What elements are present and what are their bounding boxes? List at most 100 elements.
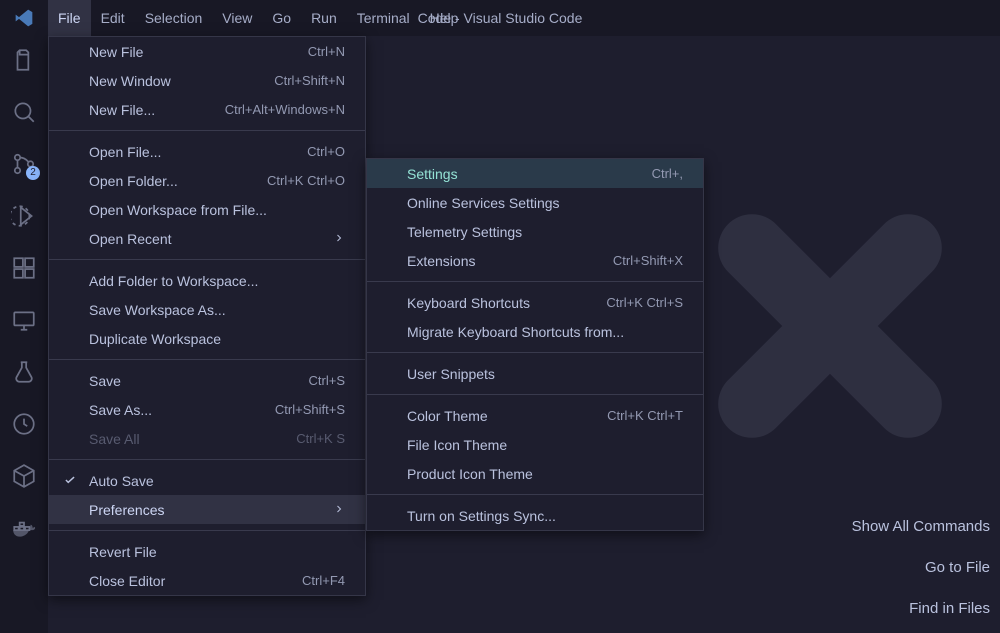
menu-item-add-folder-to-workspace[interactable]: Add Folder to Workspace... xyxy=(49,266,365,295)
menu-item-label: Close Editor xyxy=(89,573,165,589)
window-title: Code - Visual Studio Code xyxy=(418,0,583,36)
cube-icon[interactable] xyxy=(10,462,38,490)
menu-item-shortcut: Ctrl+K Ctrl+S xyxy=(606,295,683,310)
menu-item-file-icon-theme[interactable]: File Icon Theme xyxy=(367,430,703,459)
menu-item-save[interactable]: SaveCtrl+S xyxy=(49,366,365,395)
menu-item-preferences[interactable]: Preferences xyxy=(49,495,365,524)
menu-item-label: Keyboard Shortcuts xyxy=(407,295,530,311)
menu-item-open-folder[interactable]: Open Folder...Ctrl+K Ctrl+O xyxy=(49,166,365,195)
menu-separator xyxy=(367,494,703,495)
menu-item-label: Settings xyxy=(407,166,458,182)
menu-go[interactable]: Go xyxy=(262,0,301,36)
menu-separator xyxy=(49,259,365,260)
menu-item-label: New File... xyxy=(89,102,155,118)
menu-item-open-file[interactable]: Open File... Ctrl+O xyxy=(49,137,365,166)
menu-item-revert-file[interactable]: Revert File xyxy=(49,537,365,566)
search-icon[interactable] xyxy=(10,98,38,126)
menu-separator xyxy=(49,359,365,360)
menu-item-label: Save Workspace As... xyxy=(89,302,226,318)
menu-item-new-file[interactable]: New FileCtrl+N xyxy=(49,37,365,66)
menu-item-label: Color Theme xyxy=(407,408,488,424)
menu-item-label: Open File... xyxy=(89,144,161,160)
remote-icon[interactable] xyxy=(10,306,38,334)
menu-item-label: Extensions xyxy=(407,253,475,269)
welcome-go-to-file: Go to File xyxy=(852,547,990,588)
menu-item-label: Migrate Keyboard Shortcuts from... xyxy=(407,324,624,340)
menu-separator xyxy=(49,459,365,460)
vscode-watermark-icon xyxy=(700,196,960,459)
menu-item-shortcut: Ctrl+Shift+S xyxy=(275,402,345,417)
menu-terminal[interactable]: Terminal xyxy=(347,0,420,36)
chevron-right-icon xyxy=(333,231,345,247)
menu-item-label: Telemetry Settings xyxy=(407,224,522,240)
welcome-show-commands: Show All Commands xyxy=(852,506,990,547)
testing-icon[interactable] xyxy=(10,358,38,386)
menu-item-label: Turn on Settings Sync... xyxy=(407,508,556,524)
menu-edit[interactable]: Edit xyxy=(91,0,135,36)
menu-item-keyboard-shortcuts[interactable]: Keyboard Shortcuts Ctrl+K Ctrl+S xyxy=(367,288,703,317)
menu-item-label: Save xyxy=(89,373,121,389)
menu-run[interactable]: Run xyxy=(301,0,347,36)
menu-item-shortcut: Ctrl+K S xyxy=(296,431,345,446)
menu-separator xyxy=(367,281,703,282)
menu-item-shortcut: Ctrl+Shift+N xyxy=(274,73,345,88)
docker-icon[interactable] xyxy=(10,514,38,542)
source-control-icon[interactable]: 2 xyxy=(10,150,38,178)
vscode-logo-icon xyxy=(0,0,48,36)
menu-item-label: Open Folder... xyxy=(89,173,178,189)
preferences-submenu: Settings Ctrl+, Online Services Settings Te… xyxy=(366,158,704,531)
menu-item-shortcut: Ctrl+K Ctrl+T xyxy=(607,408,683,423)
timeline-icon[interactable] xyxy=(10,410,38,438)
menu-item-save-all: Save AllCtrl+K S xyxy=(49,424,365,453)
welcome-shortcuts: Show All Commands Go to File Find in Fil… xyxy=(852,506,990,633)
menu-item-extensions[interactable]: Extensions Ctrl+Shift+X xyxy=(367,246,703,275)
menu-item-label: Auto Save xyxy=(89,473,154,489)
welcome-find-in-files: Find in Files xyxy=(852,588,990,629)
menu-separator xyxy=(49,130,365,131)
menu-separator xyxy=(367,394,703,395)
menu-item-label: Open Recent xyxy=(89,231,172,247)
menu-item-user-snippets[interactable]: User Snippets xyxy=(367,359,703,388)
menu-item-shortcut: Ctrl+N xyxy=(308,44,345,59)
menu-item-settings[interactable]: Settings Ctrl+, xyxy=(367,159,703,188)
menu-item-turn-on-settings-sync[interactable]: Turn on Settings Sync... xyxy=(367,501,703,530)
welcome-start-debugging: Start Debugging xyxy=(852,629,990,633)
menu-item-shortcut: Ctrl+, xyxy=(652,166,683,181)
menu-item-label: Add Folder to Workspace... xyxy=(89,273,258,289)
menu-item-label: Open Workspace from File... xyxy=(89,202,267,218)
menu-file[interactable]: File xyxy=(48,0,91,36)
menu-item-color-theme[interactable]: Color Theme Ctrl+K Ctrl+T xyxy=(367,401,703,430)
check-icon xyxy=(63,473,77,490)
menu-item-shortcut: Ctrl+O xyxy=(307,144,345,159)
menu-item-new-window[interactable]: New Window Ctrl+Shift+N xyxy=(49,66,365,95)
menu-item-open-recent[interactable]: Open Recent xyxy=(49,224,365,253)
menu-item-label: Product Icon Theme xyxy=(407,466,533,482)
debug-icon[interactable] xyxy=(10,202,38,230)
menu-item-save-as[interactable]: Save As... Ctrl+Shift+S xyxy=(49,395,365,424)
menu-item-shortcut: Ctrl+Alt+Windows+N xyxy=(225,102,345,117)
menu-item-migrate-keyboard-shortcuts-from[interactable]: Migrate Keyboard Shortcuts from... xyxy=(367,317,703,346)
menu-item-close-editor[interactable]: Close Editor Ctrl+F4 xyxy=(49,566,365,595)
menu-separator xyxy=(367,352,703,353)
menu-item-shortcut: Ctrl+Shift+X xyxy=(613,253,683,268)
menu-item-product-icon-theme[interactable]: Product Icon Theme xyxy=(367,459,703,488)
menu-item-shortcut: Ctrl+F4 xyxy=(302,573,345,588)
menu-item-auto-save[interactable]: Auto Save xyxy=(49,466,365,495)
menu-item-label: Preferences xyxy=(89,502,164,518)
menu-item-save-workspace-as[interactable]: Save Workspace As... xyxy=(49,295,365,324)
extensions-icon[interactable] xyxy=(10,254,38,282)
menu-item-telemetry-settings[interactable]: Telemetry Settings xyxy=(367,217,703,246)
menu-item-label: Revert File xyxy=(89,544,157,560)
menu-item-new-file[interactable]: New File... Ctrl+Alt+Windows+N xyxy=(49,95,365,124)
menu-item-duplicate-workspace[interactable]: Duplicate Workspace xyxy=(49,324,365,353)
chevron-right-icon xyxy=(333,502,345,518)
menu-item-open-workspace-from-file[interactable]: Open Workspace from File... xyxy=(49,195,365,224)
menu-item-label: New Window xyxy=(89,73,171,89)
menu-item-online-services-settings[interactable]: Online Services Settings xyxy=(367,188,703,217)
menu-selection[interactable]: Selection xyxy=(135,0,213,36)
menu-item-label: Save As... xyxy=(89,402,152,418)
explorer-icon[interactable] xyxy=(10,46,38,74)
menu-item-label: User Snippets xyxy=(407,366,495,382)
title-bar: File Edit Selection View Go Run Terminal… xyxy=(0,0,1000,36)
menu-view[interactable]: View xyxy=(212,0,262,36)
